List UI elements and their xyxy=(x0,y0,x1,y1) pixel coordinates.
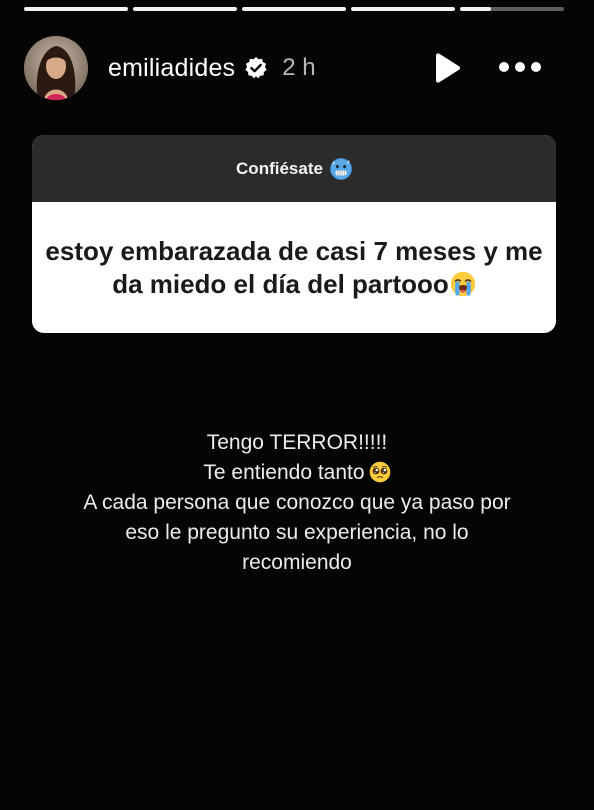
story-time: 2 h xyxy=(282,54,316,81)
story-progress-bar xyxy=(24,7,564,11)
story-screen: emiliadides 2 h Confiésate estoy embaraz… xyxy=(0,0,594,810)
play-icon[interactable] xyxy=(432,52,462,84)
answer-line-4: eso le pregunto su experiencia, no lo xyxy=(125,521,469,544)
avatar[interactable] xyxy=(24,36,88,100)
progress-segment xyxy=(351,7,455,11)
answer-line-3: A cada persona que conozco que ya paso p… xyxy=(83,491,511,514)
pleading-face-icon xyxy=(369,461,390,483)
question-sticker[interactable]: Confiésate estoy embarazada de casi 7 me… xyxy=(32,135,556,333)
progress-segment xyxy=(242,7,346,11)
cold-face-icon xyxy=(329,157,352,180)
more-icon[interactable] xyxy=(498,60,542,74)
answer-line-1: Tengo TERROR!!!!! xyxy=(206,431,388,454)
story-header: emiliadides 2 h xyxy=(24,36,554,100)
question-sticker-header: Confiésate xyxy=(32,135,556,202)
username[interactable]: emiliadides xyxy=(108,54,235,83)
progress-segment xyxy=(133,7,237,11)
answer-line-5: recomiendo xyxy=(242,551,352,574)
progress-segment xyxy=(460,7,564,11)
answer-line-2-text: Te entiendo tanto xyxy=(203,461,365,484)
progress-segment xyxy=(24,7,128,11)
question-text: estoy embarazada de casi 7 meses y me da… xyxy=(44,235,544,301)
question-sticker-title: Confiésate xyxy=(236,158,323,178)
answer-text: Tengo TERROR!!!!! Te entiendo tanto A ca… xyxy=(20,428,574,578)
verified-badge-icon xyxy=(245,57,267,79)
answer-line-2: Te entiendo tanto xyxy=(20,458,574,488)
loudly-crying-face-icon xyxy=(450,271,475,296)
question-sticker-body: estoy embarazada de casi 7 meses y me da… xyxy=(32,202,556,333)
